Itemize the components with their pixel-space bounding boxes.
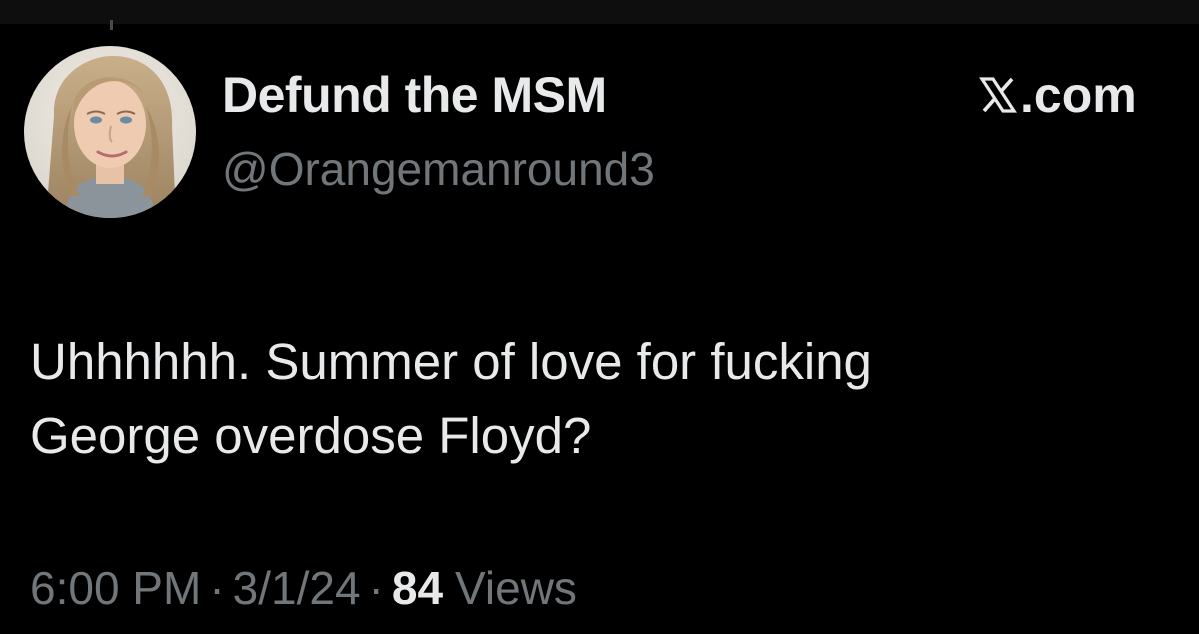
top-strip — [0, 0, 1199, 30]
meta-separator: · — [209, 562, 225, 614]
brand-label: .com — [1020, 67, 1137, 123]
top-strip-mark — [110, 20, 113, 30]
display-name[interactable]: Defund the MSM — [222, 66, 607, 124]
x-logo-icon — [979, 77, 1017, 113]
views-label: Views — [455, 562, 577, 614]
meta-separator: · — [368, 562, 384, 614]
tweet-metadata: 6:00 PM · 3/1/24 · 84 Views — [30, 561, 577, 615]
tweet-date[interactable]: 3/1/24 — [233, 561, 361, 615]
tweet-text: Uhhhhhh. Summer of love for fucking Geor… — [30, 333, 872, 464]
user-handle[interactable]: @Orangemanround3 — [222, 142, 655, 196]
avatar-photo — [24, 46, 196, 218]
brand-watermark: .com — [978, 66, 1137, 124]
views-count: 84 — [391, 562, 444, 614]
avatar[interactable] — [24, 46, 196, 218]
tweet-time[interactable]: 6:00 PM — [30, 561, 201, 615]
